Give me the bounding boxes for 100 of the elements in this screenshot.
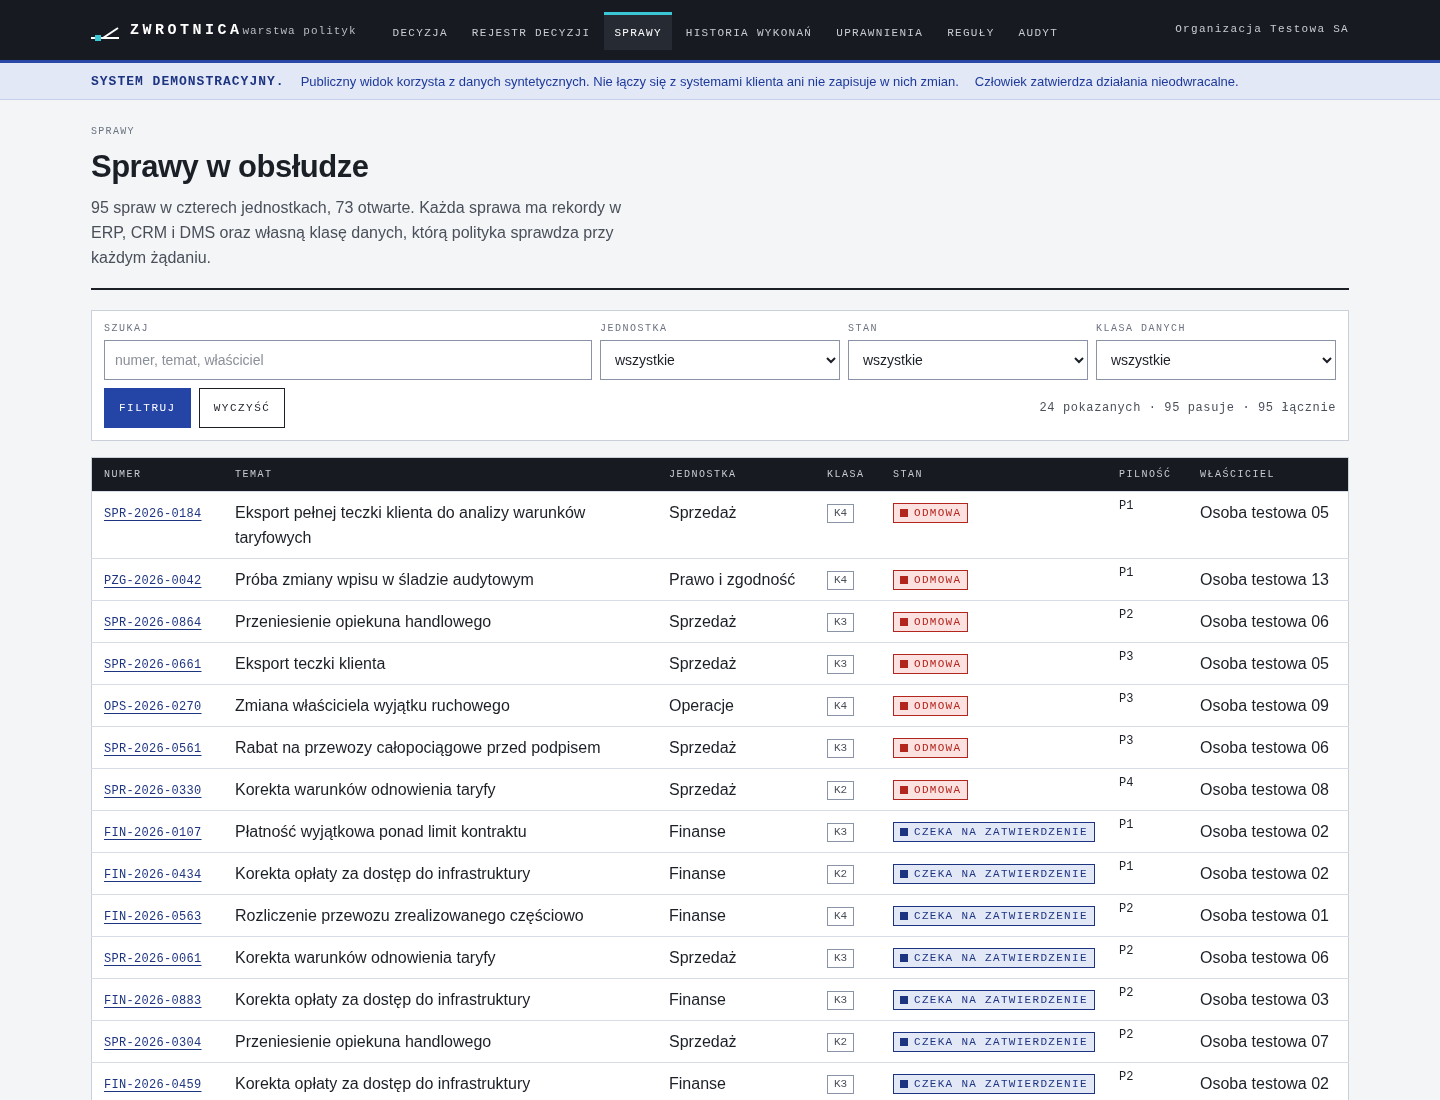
- case-subject: Korekta opłaty za dostęp do infrastruktury: [235, 865, 531, 882]
- case-subject: Korekta opłaty za dostęp do infrastruktury: [235, 991, 531, 1008]
- breadcrumb: SPRAWY: [91, 126, 136, 137]
- case-number-link[interactable]: FIN-2026-0459: [104, 1075, 202, 1095]
- case-unit: Finanse: [669, 823, 726, 840]
- case-number-link[interactable]: FIN-2026-0107: [104, 823, 202, 843]
- case-unit: Operacje: [669, 697, 734, 714]
- column-header: PILNOŚĆ: [1119, 469, 1172, 480]
- case-number-link[interactable]: SPR-2026-0304: [104, 1033, 202, 1053]
- status-tag: CZEKA NA ZATWIERDZENIE: [893, 864, 1095, 884]
- status-tag: ODMOWA: [893, 738, 969, 758]
- data-class-tag: K3: [827, 823, 855, 842]
- case-number-link[interactable]: SPR-2026-0561: [104, 739, 202, 759]
- filter-button[interactable]: WYCZYŚĆ: [198, 388, 286, 428]
- filter-button[interactable]: FILTRUJ: [104, 388, 191, 428]
- case-unit: Sprzedaż: [669, 1033, 737, 1050]
- case-number-link[interactable]: FIN-2026-0883: [104, 991, 202, 1011]
- case-number-link[interactable]: SPR-2026-0184: [104, 504, 202, 524]
- nav-tab[interactable]: REGUŁY: [937, 12, 1005, 50]
- case-subject: Rabat na przewozy całopociągowe przed podpisem: [235, 739, 601, 756]
- case-subject: Korekta opłaty za dostęp do infrastruktury: [235, 1075, 531, 1092]
- case-subject: Próba zmiany wpisu w śladzie audytowym: [235, 571, 534, 588]
- status-tag: ODMOWA: [893, 570, 969, 590]
- data-class-tag: K2: [827, 1033, 855, 1052]
- priority-label: P2: [1119, 1027, 1134, 1044]
- status-tag: CZEKA NA ZATWIERDZENIE: [893, 990, 1095, 1010]
- priority-label: P2: [1119, 985, 1134, 1002]
- case-owner: Osoba testowa 03: [1200, 991, 1329, 1008]
- status-tag: ODMOWA: [893, 612, 969, 632]
- case-unit: Finanse: [669, 991, 726, 1008]
- status-tag: CZEKA NA ZATWIERDZENIE: [893, 948, 1095, 968]
- priority-label: P1: [1119, 565, 1134, 582]
- column-header: STAN: [893, 469, 923, 480]
- case-owner: Osoba testowa 09: [1200, 697, 1329, 714]
- column-header: JEDNOSTKA: [669, 469, 737, 480]
- priority-label: P1: [1119, 817, 1134, 834]
- priority-label: P3: [1119, 649, 1134, 666]
- page-description: 95 spraw w czterech jednostkach, 73 otwarte. Każda sprawa ma rekordy w ERP, CRM i DMS oraz własną klasę danych, którą polityka sprawdza przy każdym żądaniu.: [91, 198, 623, 268]
- case-unit: Prawo i zgodność: [669, 571, 796, 588]
- case-subject: Płatność wyjątkowa ponad limit kontraktu: [235, 823, 527, 840]
- priority-label: P2: [1119, 1069, 1134, 1086]
- organization-name: Organizacja Testowa SA: [1175, 22, 1349, 35]
- case-subject: Eksport teczki klienta: [235, 655, 386, 672]
- status-tag: ODMOWA: [893, 780, 969, 800]
- case-unit: Sprzedaż: [669, 613, 737, 630]
- field-label: SZUKAJ: [104, 323, 150, 334]
- priority-label: P3: [1119, 691, 1134, 708]
- data-class-tag: K3: [827, 949, 855, 968]
- priority-label: P2: [1119, 943, 1134, 960]
- case-subject: Zmiana właściciela wyjątku ruchowego: [235, 697, 510, 714]
- priority-label: P3: [1119, 733, 1134, 750]
- case-number-link[interactable]: OPS-2026-0270: [104, 697, 202, 717]
- case-owner: Osoba testowa 06: [1200, 949, 1329, 966]
- case-number-link[interactable]: SPR-2026-0864: [104, 613, 202, 633]
- search-field[interactable]: numer, temat, właściciel: [104, 340, 592, 380]
- data-class-tag: K4: [827, 697, 855, 716]
- case-owner: Osoba testowa 02: [1200, 823, 1329, 840]
- case-number-link[interactable]: PZG-2026-0042: [104, 571, 202, 591]
- case-owner: Osoba testowa 05: [1200, 655, 1329, 672]
- priority-label: P1: [1119, 859, 1134, 876]
- column-header: KLASA: [827, 469, 865, 480]
- nav-tab[interactable]: SPRAWY: [604, 12, 672, 50]
- field-label: STAN: [848, 323, 879, 334]
- banner-text: Publiczny widok korzysta z danych syntetycznych. Nie łączy się z systemami klienta ani nie zapisuje w nich zmian.: [300, 73, 959, 89]
- case-owner: Osoba testowa 07: [1200, 1033, 1329, 1050]
- case-owner: Osoba testowa 08: [1200, 781, 1329, 798]
- field-label: KLASA DANYCH: [1096, 323, 1187, 334]
- nav-tab[interactable]: REJESTR DECYZJI: [461, 12, 601, 50]
- brand-name: ZWROTNICA: [130, 21, 243, 39]
- dropdown-field[interactable]: wszystkie: [1096, 340, 1336, 380]
- nav-tab[interactable]: HISTORIA WYKONAŃ: [675, 12, 823, 50]
- case-number-link[interactable]: SPR-2026-0661: [104, 655, 202, 675]
- status-tag: ODMOWA: [893, 503, 969, 523]
- field-label: JEDNOSTKA: [600, 323, 669, 334]
- case-unit: Finanse: [669, 1075, 726, 1092]
- case-number-link[interactable]: FIN-2026-0434: [104, 865, 202, 885]
- data-class-tag: K2: [827, 781, 855, 800]
- status-tag: CZEKA NA ZATWIERDZENIE: [893, 906, 1095, 926]
- case-number-link[interactable]: FIN-2026-0563: [104, 907, 202, 927]
- dropdown-field[interactable]: wszystkie: [848, 340, 1088, 380]
- nav-tab[interactable]: UPRAWNIENIA: [826, 12, 934, 50]
- case-number-link[interactable]: SPR-2026-0061: [104, 949, 202, 969]
- data-class-tag: K4: [827, 504, 855, 523]
- data-class-tag: K3: [827, 613, 855, 632]
- nav-tab[interactable]: AUDYT: [1008, 12, 1069, 50]
- case-number-link[interactable]: SPR-2026-0330: [104, 781, 202, 801]
- case-subject: Eksport pełnej teczki klienta do analizy warunków taryfowych: [235, 504, 586, 546]
- priority-label: P2: [1119, 607, 1134, 624]
- case-subject: Przeniesienie opiekuna handlowego: [235, 1033, 492, 1050]
- case-unit: Finanse: [669, 865, 726, 882]
- nav-tab[interactable]: DECYZJA: [382, 12, 458, 50]
- column-header: TEMAT: [235, 469, 273, 480]
- data-class-tag: K2: [827, 865, 855, 884]
- data-class-tag: K3: [827, 655, 855, 674]
- dropdown-field[interactable]: wszystkie: [600, 340, 840, 380]
- status-tag: ODMOWA: [893, 654, 969, 674]
- status-tag: CZEKA NA ZATWIERDZENIE: [893, 1074, 1095, 1094]
- case-subject: Korekta warunków odnowienia taryfy: [235, 781, 496, 798]
- result-summary: 24 pokazanych · 95 pasuje · 95 łącznie: [1039, 401, 1336, 415]
- case-unit: Sprzedaż: [669, 504, 737, 521]
